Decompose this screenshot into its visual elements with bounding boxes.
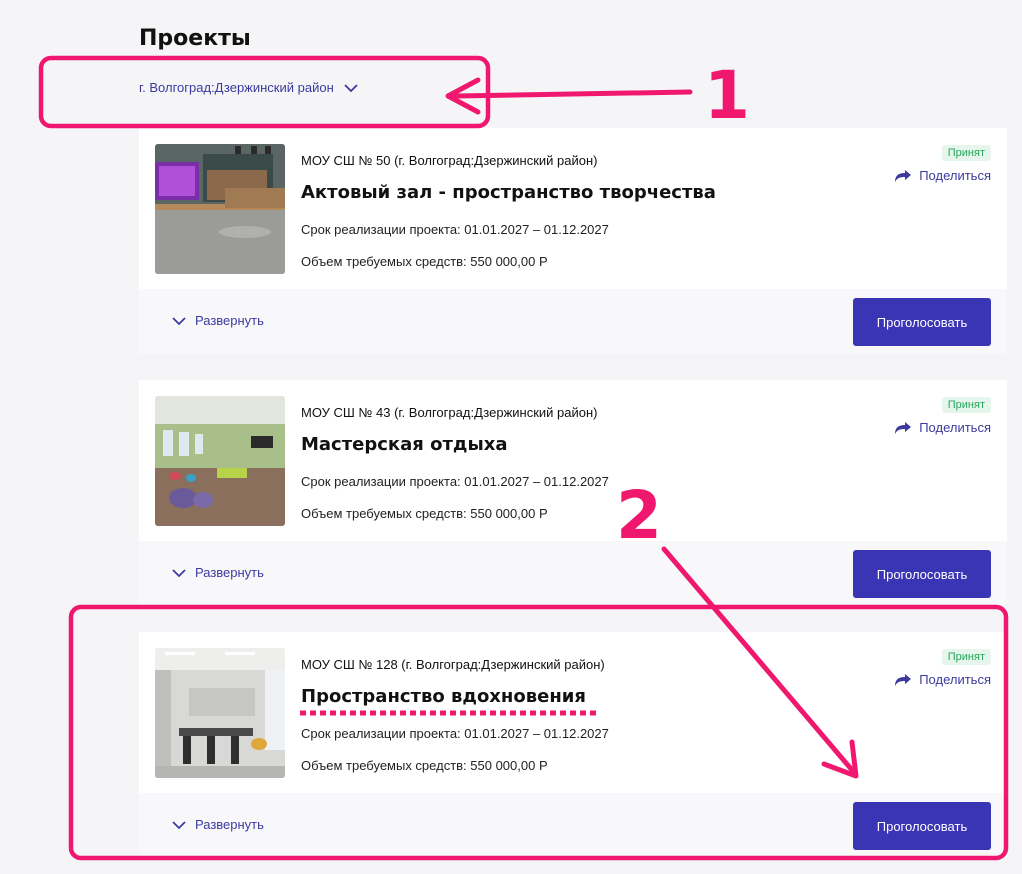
project-school: МОУ СШ № 128 (г. Волгоград:Дзержинский р… [301,657,605,672]
share-icon [895,169,912,182]
location-filter-label: г. Волгоград:Дзержинский район [139,80,334,95]
share-button[interactable]: Поделиться [894,168,991,183]
vote-button[interactable]: Проголосовать [853,550,991,598]
expand-button[interactable]: Развернуть [171,817,264,832]
project-term: Срок реализации проекта: 01.01.2027 – 01… [301,726,609,741]
project-card: МОУ СШ № 128 (г. Волгоград:Дзержинский р… [139,632,1007,858]
project-school: МОУ СШ № 43 (г. Волгоград:Дзержинский ра… [301,405,598,420]
project-funds: Объем требуемых средств: 550 000,00 Р [301,254,548,269]
annotation-arrow-1 [453,89,693,99]
chevron-down-icon [172,316,186,325]
status-badge: Принят [941,649,991,665]
project-image-relax-workshop [155,396,285,526]
project-term: Срок реализации проекта: 01.01.2027 – 01… [301,222,609,237]
share-button[interactable]: Поделиться [894,672,991,687]
chevron-down-icon [344,83,358,92]
share-label: Поделиться [919,672,991,687]
project-image-assembly-hall [155,144,285,274]
project-card: МОУ СШ № 43 (г. Волгоград:Дзержинский ра… [139,380,1007,606]
annotation-number-1: 1 [704,57,750,134]
status-badge: Принят [941,145,991,161]
share-icon [895,421,912,434]
project-funds: Объем требуемых средств: 550 000,00 Р [301,758,548,773]
status-badge: Принят [941,397,991,413]
share-button[interactable]: Поделиться [894,420,991,435]
expand-button[interactable]: Развернуть [171,565,264,580]
project-funds: Объем требуемых средств: 550 000,00 Р [301,506,548,521]
expand-button[interactable]: Развернуть [171,313,264,328]
project-title: Пространство вдохновения [301,686,586,707]
page-title: Проекты [139,26,251,51]
project-term: Срок реализации проекта: 01.01.2027 – 01… [301,474,609,489]
annotation-arrowhead-1 [445,77,481,115]
expand-label: Развернуть [195,817,264,832]
share-icon [895,673,912,686]
share-label: Поделиться [919,420,991,435]
project-image-inspiration-space [155,648,285,778]
expand-label: Развернуть [195,313,264,328]
chevron-down-icon [172,820,186,829]
project-school: МОУ СШ № 50 (г. Волгоград:Дзержинский ра… [301,153,598,168]
project-title: Мастерская отдыха [301,434,508,455]
share-label: Поделиться [919,168,991,183]
expand-label: Развернуть [195,565,264,580]
project-card: МОУ СШ № 50 (г. Волгоград:Дзержинский ра… [139,128,1007,354]
location-filter-dropdown[interactable]: г. Волгоград:Дзержинский район [139,80,359,95]
vote-button[interactable]: Проголосовать [853,298,991,346]
project-title: Актовый зал - пространство творчества [301,182,716,203]
chevron-down-icon [172,568,186,577]
vote-button[interactable]: Проголосовать [853,802,991,850]
